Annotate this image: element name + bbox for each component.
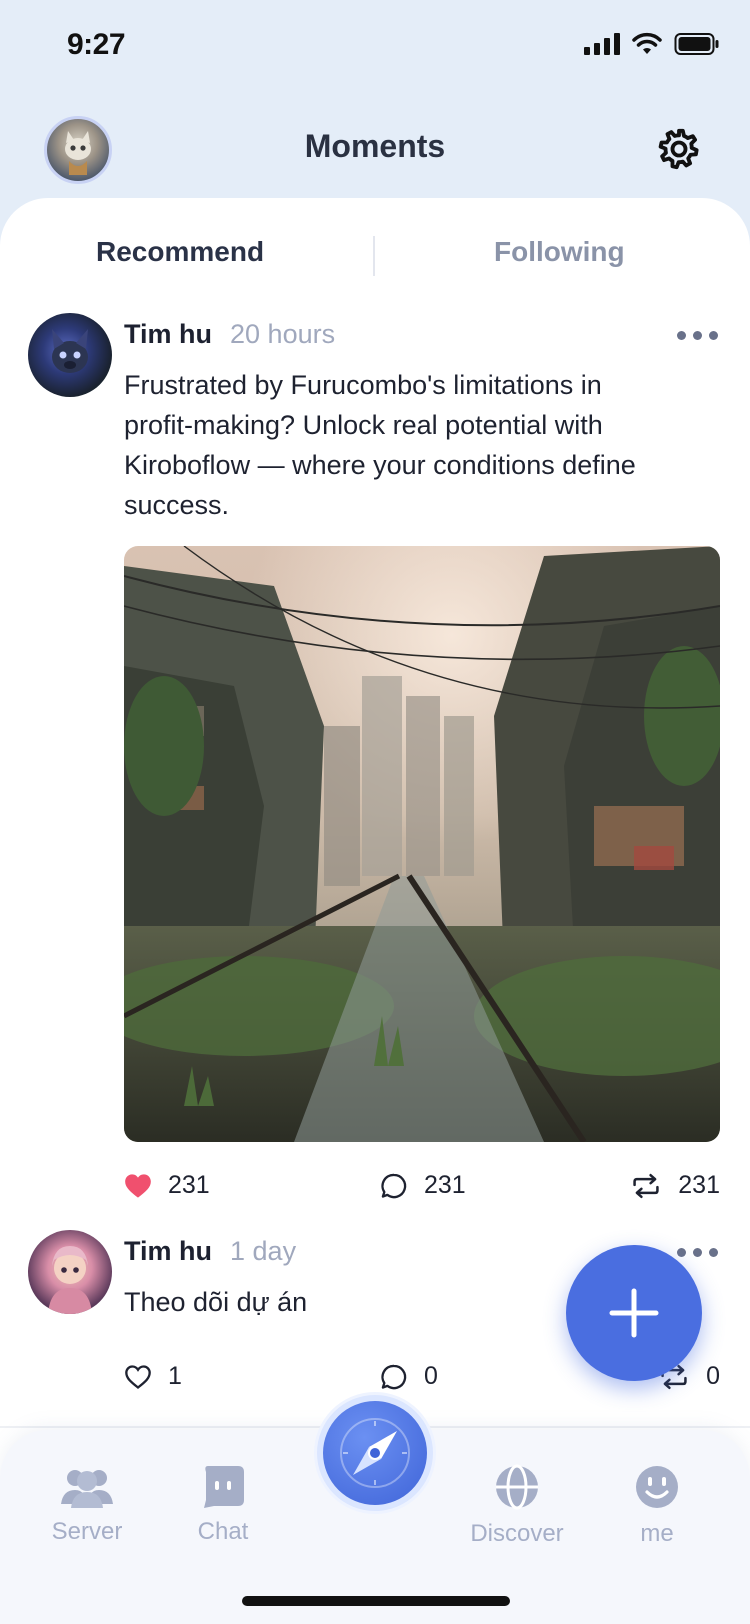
repost-count: 231 xyxy=(678,1171,720,1199)
repost-icon xyxy=(633,1173,659,1198)
repost-count: 0 xyxy=(706,1362,720,1390)
like-count: 231 xyxy=(168,1171,210,1199)
post-author-avatar[interactable] xyxy=(28,313,112,397)
heart-filled-icon xyxy=(125,1173,151,1198)
nav-label-chat: Chat xyxy=(197,1518,249,1545)
post-time: 1 day xyxy=(230,1236,297,1266)
tab-following[interactable]: Following xyxy=(494,236,625,268)
globe-icon xyxy=(496,1464,538,1510)
chat-icon xyxy=(204,1466,244,1508)
comment-icon xyxy=(381,1364,407,1389)
post-meta: Tim hu 1 day xyxy=(124,1236,296,1267)
nav-label-server: Server xyxy=(51,1518,123,1545)
page-title: Moments xyxy=(304,128,446,164)
wifi-icon xyxy=(632,32,662,54)
nav-label-discover: Discover xyxy=(470,1520,564,1547)
post-author[interactable]: Tim hu xyxy=(124,319,212,350)
compass-button xyxy=(323,1401,427,1505)
plus-icon xyxy=(609,1288,659,1338)
post-image[interactable] xyxy=(124,546,720,1142)
nav-item-server[interactable]: Server xyxy=(32,1464,142,1546)
post-text: Frustrated by Furucombo's limitations in… xyxy=(124,370,636,520)
post-time: 20 hours xyxy=(230,319,336,349)
header: Moments xyxy=(0,110,750,190)
post-author[interactable]: Tim hu xyxy=(124,1236,212,1267)
post-meta: Tim hu 20 hours xyxy=(124,319,335,350)
nav-label-me: me xyxy=(640,1520,674,1547)
status-icons xyxy=(584,32,720,56)
comment-count: 0 xyxy=(424,1362,438,1390)
comment-count: 231 xyxy=(424,1171,466,1199)
users-icon xyxy=(61,1470,113,1508)
comment-icon xyxy=(381,1173,407,1198)
tab-recommend[interactable]: Recommend xyxy=(96,236,264,268)
post-text: Theo dõi dự án xyxy=(124,1287,308,1317)
settings-gear-icon[interactable] xyxy=(656,126,702,172)
comment-button[interactable]: 0 xyxy=(380,1362,438,1391)
more-options-icon[interactable] xyxy=(677,1248,718,1257)
like-count: 1 xyxy=(168,1362,182,1390)
create-post-button[interactable] xyxy=(566,1245,702,1381)
feed-tabs: Recommend Following xyxy=(0,198,750,308)
status-bar: 9:27 xyxy=(0,0,750,100)
nav-item-discover-compass[interactable] xyxy=(314,1392,436,1514)
smile-icon xyxy=(636,1466,678,1508)
post-author-avatar[interactable] xyxy=(28,1230,112,1314)
bottom-nav: Server Chat Discover me xyxy=(0,1392,750,1624)
home-indicator xyxy=(242,1596,510,1606)
signal-icon xyxy=(584,33,620,55)
post-actions: 231 231 231 xyxy=(124,1171,720,1211)
tab-divider xyxy=(373,236,375,276)
nav-item-me[interactable]: me xyxy=(602,1464,712,1548)
avatar-dog-icon xyxy=(52,329,88,373)
status-time: 9:27 xyxy=(67,28,126,61)
compass-icon xyxy=(340,1418,410,1488)
battery-icon xyxy=(674,33,719,55)
post-image-illustration xyxy=(124,546,720,1142)
avatar-girl-icon xyxy=(48,1246,92,1314)
more-options-icon[interactable] xyxy=(677,331,718,340)
nav-item-discover[interactable]: Discover xyxy=(462,1464,572,1548)
repost-button[interactable]: 231 xyxy=(630,1171,720,1200)
like-button[interactable]: 231 xyxy=(124,1171,210,1200)
heart-outline-icon xyxy=(125,1364,151,1389)
like-button[interactable]: 1 xyxy=(124,1362,182,1391)
nav-item-chat[interactable]: Chat xyxy=(168,1464,278,1546)
comment-button[interactable]: 231 xyxy=(380,1171,466,1200)
